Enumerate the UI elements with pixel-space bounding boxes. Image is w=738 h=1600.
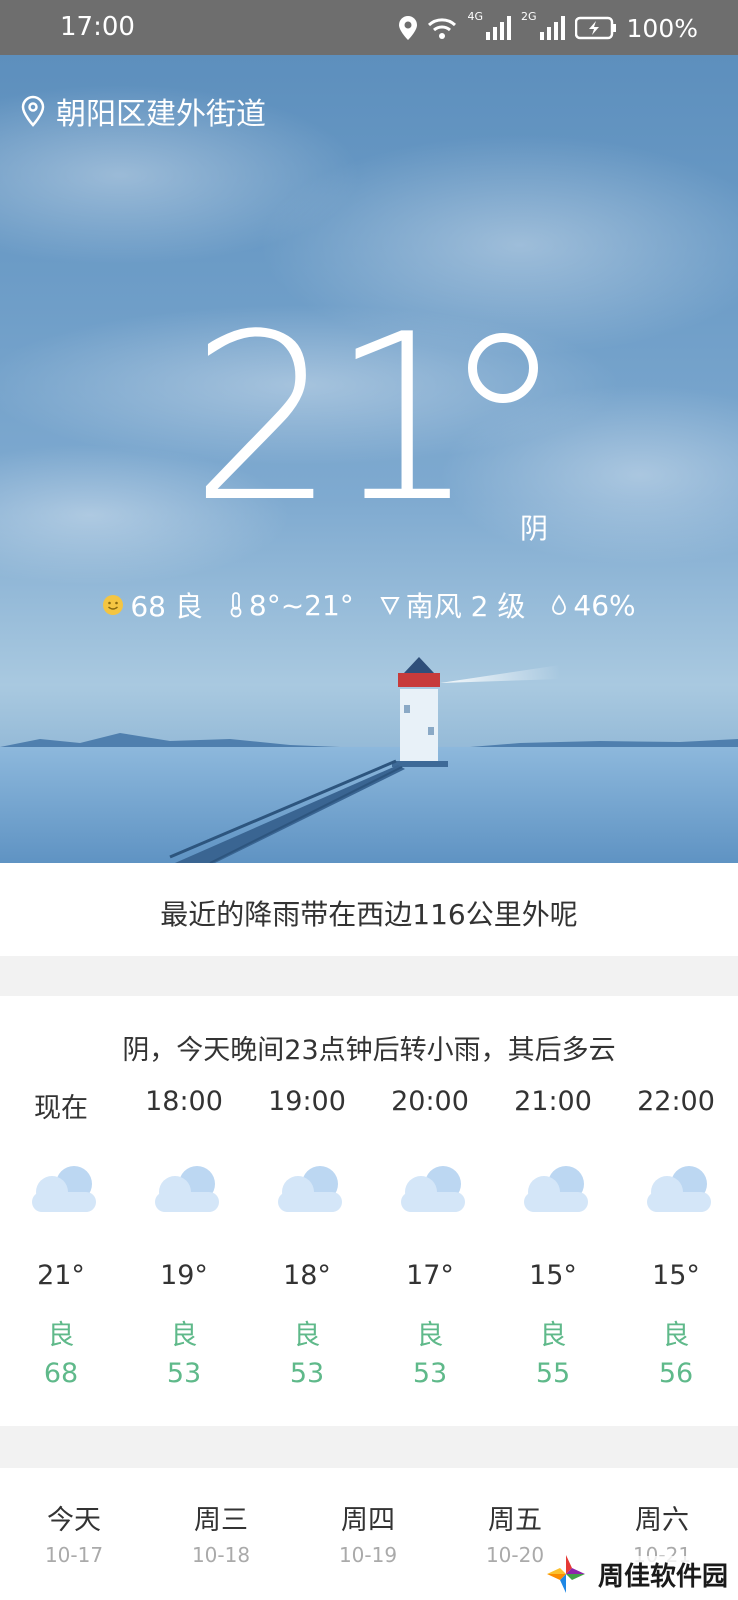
- hour-time: 现在: [34, 1093, 88, 1124]
- day-name: 周六: [635, 1505, 689, 1536]
- rain-notice-text: 最近的降雨带在西边116公里外呢: [160, 898, 578, 931]
- temp-range-metric: 8°~21°: [229, 585, 354, 625]
- location-name: 朝阳区建外街道: [56, 97, 266, 132]
- watermark-text: 周佳软件园: [595, 1555, 732, 1593]
- location[interactable]: 朝阳区建外街道: [20, 89, 266, 133]
- hour-item[interactable]: 18:00 19° 良 53: [123, 1086, 245, 1389]
- wifi-icon: [428, 18, 457, 39]
- hour-aqi-value: 53: [166, 1358, 202, 1389]
- hour-time: 19:00: [268, 1086, 346, 1117]
- smiley-icon: [103, 595, 124, 615]
- lighthouse-scene: [0, 657, 738, 863]
- hour-item[interactable]: 22:00 15° 良 56: [615, 1086, 737, 1389]
- hour-temp: 21°: [37, 1260, 85, 1291]
- hour-aqi-label: 良: [662, 1320, 690, 1351]
- current-condition: 阴: [520, 512, 549, 545]
- hourly-forecast: 阴，今天晚间23点钟后转小雨，其后多云 现在 21° 良 68 18:00 19…: [0, 996, 738, 1426]
- status-icons: 4G 2G 100%: [399, 10, 698, 46]
- network-label-2g: 2G: [520, 10, 537, 23]
- day-date: 10-17: [44, 1543, 104, 1567]
- location-icon: [399, 16, 418, 40]
- status-bar: 17:00 4G 2G 100%: [0, 0, 738, 55]
- location-pin-icon: [21, 95, 45, 127]
- wind-direction-icon: [380, 597, 400, 615]
- aqi-metric[interactable]: 68 良: [102, 585, 203, 625]
- cloudy-icon: [32, 1166, 96, 1212]
- status-time: 17:00: [60, 12, 135, 42]
- aqi-value: 68 良: [130, 590, 203, 623]
- hour-aqi-label: 良: [416, 1320, 444, 1351]
- wind-metric: 南风 2 级: [380, 585, 526, 625]
- hour-time: 20:00: [391, 1086, 469, 1117]
- watermark: 周佳软件园: [545, 1553, 732, 1595]
- hour-time: 18:00: [145, 1086, 223, 1117]
- current-metrics: 68 良 8°~21° 南风 2 级 46%: [0, 585, 738, 625]
- temp-range: 8°~21°: [248, 588, 354, 622]
- hour-aqi-value: 53: [289, 1358, 325, 1389]
- hour-temp: 18°: [283, 1260, 331, 1291]
- hour-aqi-value: 55: [535, 1358, 571, 1389]
- day-date: 10-19: [338, 1543, 398, 1567]
- hour-aqi-label: 良: [170, 1320, 198, 1351]
- rain-notice[interactable]: 最近的降雨带在西边116公里外呢: [0, 863, 738, 956]
- hour-temp: 17°: [406, 1260, 454, 1291]
- battery-percent: 100%: [626, 13, 698, 43]
- hourly-summary: 阴，今天晚间23点钟后转小雨，其后多云: [122, 1035, 616, 1066]
- day-name: 周四: [341, 1505, 395, 1536]
- degree-symbol: [468, 333, 538, 403]
- cloudy-icon: [278, 1166, 342, 1212]
- day-date: 10-18: [191, 1543, 251, 1567]
- hour-aqi-label: 良: [293, 1320, 321, 1351]
- hour-item[interactable]: 19:00 18° 良 53: [246, 1086, 368, 1389]
- droplet-icon: [552, 594, 567, 615]
- wind-value: 南风 2 级: [405, 590, 526, 623]
- cloudy-icon: [647, 1166, 711, 1212]
- battery-icon: [574, 16, 616, 40]
- hour-aqi-value: 68: [43, 1358, 79, 1389]
- hour-temp: 19°: [160, 1260, 208, 1291]
- hour-aqi-label: 良: [47, 1320, 75, 1351]
- day-item[interactable]: 周四 10-19: [308, 1498, 428, 1567]
- hour-time: 22:00: [637, 1086, 715, 1117]
- signal-icon-2: [539, 16, 565, 40]
- hour-temp: 15°: [652, 1260, 700, 1291]
- hour-aqi-label: 良: [539, 1320, 567, 1351]
- current-temperature: 21: [190, 286, 477, 553]
- watermark-logo-icon: [547, 1555, 585, 1593]
- thermometer-icon: [230, 592, 242, 618]
- hour-temp: 15°: [529, 1260, 577, 1291]
- hour-item[interactable]: 20:00 17° 良 53: [369, 1086, 491, 1389]
- hour-aqi-value: 53: [412, 1358, 448, 1389]
- hour-item[interactable]: 21:00 15° 良 55: [492, 1086, 614, 1389]
- day-name: 周三: [194, 1505, 248, 1536]
- humidity-value: 46%: [573, 588, 636, 622]
- hour-time: 21:00: [514, 1086, 592, 1117]
- humidity-metric: 46%: [551, 585, 636, 625]
- network-label-4g: 4G: [467, 10, 483, 23]
- signal-icon: [485, 16, 511, 40]
- day-item[interactable]: 今天 10-17: [14, 1498, 134, 1567]
- cloudy-icon: [155, 1166, 219, 1212]
- weather-hero: 朝阳区建外街道 21 阴 68 良 8°~21° 南风 2 级 46%: [0, 55, 738, 863]
- hour-item[interactable]: 现在 21° 良 68: [0, 1086, 122, 1389]
- day-name: 周五: [488, 1505, 542, 1536]
- cloudy-icon: [401, 1166, 465, 1212]
- cloudy-icon: [524, 1166, 588, 1212]
- day-name: 今天: [47, 1505, 101, 1536]
- hour-aqi-value: 56: [658, 1358, 694, 1389]
- day-item[interactable]: 周三 10-18: [161, 1498, 281, 1567]
